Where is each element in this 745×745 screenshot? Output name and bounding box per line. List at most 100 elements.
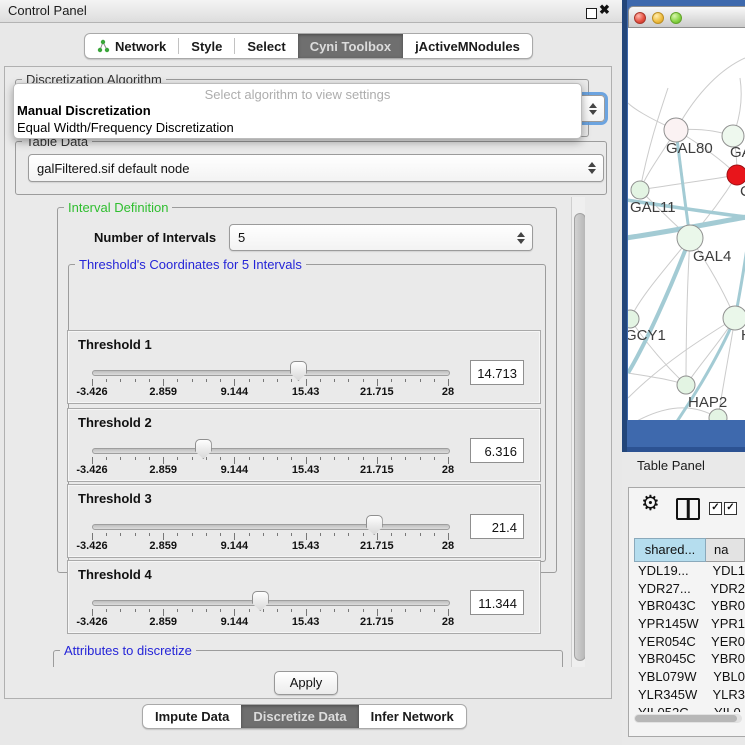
- table-cell[interactable]: YER054C: [634, 633, 703, 651]
- interval-definition-label: Interval Definition: [64, 200, 172, 215]
- control-panel-titlebar: Control Panel ✖: [0, 0, 622, 23]
- threshold-4-value-field[interactable]: 11.344: [470, 590, 524, 615]
- control-panel-title: Control Panel: [8, 3, 87, 18]
- mac-close-icon[interactable]: [634, 12, 646, 24]
- table-cell[interactable]: YDR27...: [634, 580, 702, 598]
- mac-minimize-icon[interactable]: [652, 12, 664, 24]
- slider-tick-label: 28: [442, 386, 454, 398]
- apply-button[interactable]: Apply: [274, 671, 338, 695]
- tab-select[interactable]: Select: [235, 34, 297, 58]
- combo-arrows-icon: [588, 162, 596, 174]
- table-cell[interactable]: YIL052C: [634, 704, 706, 712]
- table-row[interactable]: YBL079WYBL0: [634, 668, 745, 686]
- table-cell[interactable]: YBL0: [705, 668, 745, 686]
- table-row[interactable]: YER054CYER0: [634, 633, 745, 651]
- threshold-4-slider-thumb[interactable]: [252, 591, 269, 611]
- settings-scroll-area: Interval Definition Number of Intervals …: [15, 197, 585, 667]
- float-window-icon[interactable]: [586, 8, 597, 19]
- threshold-3-value-field[interactable]: 21.4: [470, 514, 524, 539]
- table-cell[interactable]: YDR2: [702, 580, 745, 598]
- slider-tick-label: 2.859: [149, 616, 177, 628]
- threshold-2-value-field[interactable]: 6.316: [470, 438, 524, 463]
- column-header-name[interactable]: na: [706, 538, 745, 562]
- slider-ticks: [92, 379, 449, 387]
- mac-zoom-icon[interactable]: [670, 12, 682, 24]
- algorithm-option-manual[interactable]: Manual Discretization: [14, 102, 581, 119]
- column-header-shared[interactable]: shared...: [634, 538, 706, 562]
- slider-tick-label: 15.43: [292, 464, 320, 476]
- table-cell[interactable]: YPR1: [703, 615, 745, 633]
- table-cell[interactable]: YLR345W: [634, 686, 704, 704]
- tab-label: Select: [247, 39, 285, 54]
- threshold-2-box: Threshold 2-3.4262.8599.14415.4321.71528…: [67, 408, 541, 482]
- checkbox-icon[interactable]: ✓: [709, 502, 722, 515]
- tab-label: Cyni Toolbox: [310, 39, 391, 54]
- slider-tick-label: 15.43: [292, 386, 320, 398]
- tab-label: Infer Network: [371, 709, 454, 724]
- tab-jactivemnodules[interactable]: jActiveMNodules: [403, 34, 532, 58]
- threshold-1-slider-thumb[interactable]: [290, 361, 307, 381]
- slider-tick-label: 2.859: [149, 540, 177, 552]
- table-cell[interactable]: YDL19...: [634, 562, 704, 580]
- table-cell[interactable]: YER0: [703, 633, 745, 651]
- tab-label: Style: [191, 39, 222, 54]
- table-row[interactable]: YPR145WYPR1: [634, 615, 745, 633]
- slider-tick-label: -3.426: [76, 616, 107, 628]
- table-cell[interactable]: YPR145W: [634, 615, 703, 633]
- node-table-header[interactable]: shared... na: [634, 538, 745, 562]
- threshold-3-label: Threshold 3: [78, 491, 152, 506]
- network-node-gcy1[interactable]: [628, 310, 639, 328]
- network-canvas[interactable]: GAL80GACGAL11GAL4GCY1HHAP2: [628, 28, 745, 420]
- threshold-3-slider[interactable]: [92, 524, 450, 530]
- gear-icon[interactable]: ⚙: [641, 493, 660, 515]
- table-cell[interactable]: YBR0: [703, 597, 745, 615]
- table-cell[interactable]: YBL079W: [634, 668, 705, 686]
- cyni-toolbox-panel: Discretization Algorithm Table Data galF…: [4, 66, 612, 699]
- network-node-gal11[interactable]: [631, 181, 649, 199]
- algorithm-dropdown-popup: Select algorithm to view settings Manual…: [13, 83, 582, 139]
- threshold-3-slider-thumb[interactable]: [366, 515, 383, 535]
- threshold-1-value-field[interactable]: 14.713: [470, 360, 524, 385]
- table-row[interactable]: YIL052CYIL0: [634, 704, 745, 712]
- table-horizontal-scrollbar[interactable]: [634, 714, 742, 723]
- threshold-2-slider-thumb[interactable]: [195, 439, 212, 459]
- table-cell[interactable]: YLR3: [704, 686, 745, 704]
- table-row[interactable]: YDL19...YDL1: [634, 562, 745, 580]
- split-columns-icon[interactable]: [676, 498, 700, 520]
- slider-tick-label: 21.715: [360, 386, 394, 398]
- slider-tick-label: 28: [442, 464, 454, 476]
- thresholds-group-label: Threshold's Coordinates for 5 Intervals: [75, 257, 306, 272]
- table-row[interactable]: YBR045CYBR0: [634, 650, 745, 668]
- tab-style[interactable]: Style: [179, 34, 234, 58]
- table-cell[interactable]: YBR0: [703, 650, 745, 668]
- combo-arrows-icon: [517, 232, 525, 244]
- algorithm-option-equal-width[interactable]: Equal Width/Frequency Discretization: [14, 119, 581, 136]
- settings-scrollbar[interactable]: [571, 197, 585, 667]
- table-row[interactable]: YBR043CYBR0: [634, 597, 745, 615]
- network-edge: [640, 88, 668, 190]
- table-row[interactable]: YLR345WYLR3: [634, 686, 745, 704]
- threshold-1-slider[interactable]: [92, 370, 450, 376]
- close-icon[interactable]: ✖: [599, 2, 610, 18]
- checkbox-icon[interactable]: ✓: [724, 502, 737, 515]
- slider-tick-label: 15.43: [292, 540, 320, 552]
- tab-label: Network: [115, 39, 166, 54]
- threshold-4-slider[interactable]: [92, 600, 450, 606]
- table-cell[interactable]: YDL1: [704, 562, 745, 580]
- table-cell[interactable]: YIL0: [706, 704, 745, 712]
- network-node-c[interactable]: [727, 165, 745, 185]
- tab-impute-data[interactable]: Impute Data: [143, 705, 241, 728]
- network-node-hap2[interactable]: [677, 376, 695, 394]
- tab-infer-network[interactable]: Infer Network: [359, 705, 466, 728]
- settings-scrollbar-thumb[interactable]: [574, 213, 586, 661]
- table-data-combo[interactable]: galFiltered.sif default node: [28, 154, 604, 182]
- network-node-gal80[interactable]: [664, 118, 688, 142]
- number-of-intervals-combo[interactable]: 5: [229, 224, 533, 251]
- table-cell[interactable]: YBR043C: [634, 597, 703, 615]
- table-row[interactable]: YDR27...YDR2: [634, 580, 745, 598]
- tab-cyni-toolbox[interactable]: Cyni Toolbox: [298, 34, 403, 58]
- tab-discretize-data[interactable]: Discretize Data: [241, 705, 358, 728]
- tab-network[interactable]: Network: [85, 34, 178, 58]
- table-cell[interactable]: YBR045C: [634, 650, 703, 668]
- threshold-2-slider[interactable]: [92, 448, 450, 454]
